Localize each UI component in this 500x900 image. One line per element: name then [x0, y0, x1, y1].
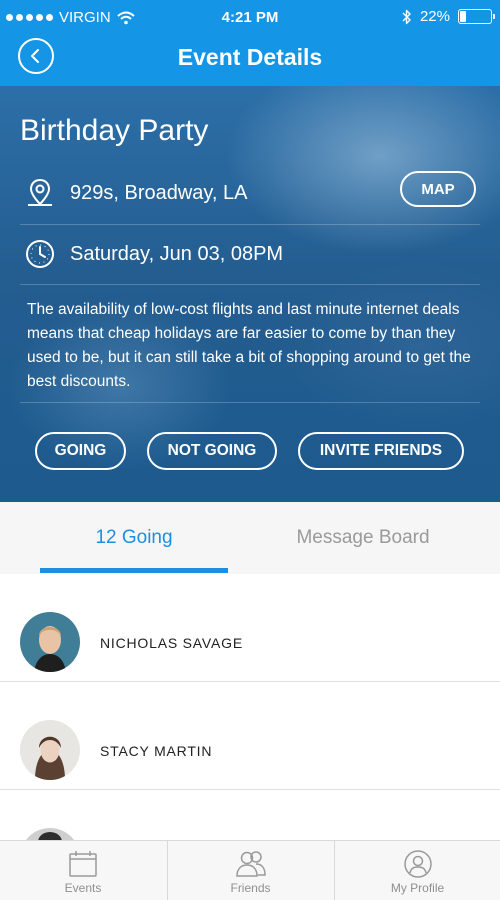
bluetooth-icon	[402, 9, 411, 24]
list-item[interactable]: NICHOLAS SAVAGE	[0, 574, 500, 682]
going-button[interactable]: GOING	[35, 432, 126, 470]
status-bar: VIRGIN 4:21 PM 22%	[0, 0, 500, 34]
bottom-tab-label: Events	[64, 881, 102, 895]
battery-fill	[460, 11, 466, 22]
avatar	[20, 612, 80, 672]
bottom-tab-friends[interactable]: Friends	[167, 841, 333, 900]
bottom-tab-label: My Profile	[390, 881, 445, 895]
event-location: 929s, Broadway, LA	[70, 182, 248, 204]
bottom-tab-profile[interactable]: My Profile	[334, 841, 500, 900]
divider	[20, 224, 480, 225]
divider	[20, 284, 480, 285]
profile-icon	[403, 850, 432, 878]
active-tab-indicator	[40, 568, 228, 573]
battery-icon	[458, 9, 495, 24]
friends-icon	[235, 851, 266, 877]
invite-friends-button[interactable]: INVITE FRIENDS	[298, 432, 464, 470]
bottom-tab-bar: Events Friends My Profile	[0, 840, 500, 900]
not-going-button[interactable]: NOT GOING	[147, 432, 277, 470]
list-item[interactable]: STACY MARTIN	[0, 682, 500, 790]
clock-icon	[26, 240, 54, 268]
status-right: 22%	[402, 8, 495, 25]
event-hero: Birthday Party 929s, Broadway, LA MAP Sa…	[0, 86, 500, 502]
divider	[20, 402, 480, 403]
event-title: Birthday Party	[20, 114, 209, 147]
avatar	[20, 720, 80, 780]
tab-going[interactable]: 12 Going	[40, 502, 228, 574]
bottom-tab-events[interactable]: Events	[0, 841, 166, 900]
event-description: The availability of low-cost flights and…	[27, 301, 471, 390]
avatar-image	[20, 720, 80, 780]
page-title: Event Details	[177, 44, 323, 70]
top-bar: VIRGIN 4:21 PM 22% Event Details	[0, 0, 500, 86]
attendee-name: STACY MARTIN	[100, 743, 213, 759]
location-pin-icon	[28, 178, 52, 206]
tab-message-board[interactable]: Message Board	[250, 502, 476, 574]
bottom-tab-label: Friends	[230, 881, 271, 895]
battery-percent: 22%	[419, 8, 450, 25]
tab-bar: 12 Going Message Board	[0, 502, 500, 574]
calendar-icon	[69, 851, 97, 877]
map-button[interactable]: MAP	[400, 171, 476, 207]
avatar-image	[20, 612, 80, 672]
attendee-name: NICHOLAS SAVAGE	[100, 635, 243, 651]
event-datetime: Saturday, Jun 03, 08PM	[70, 243, 284, 265]
